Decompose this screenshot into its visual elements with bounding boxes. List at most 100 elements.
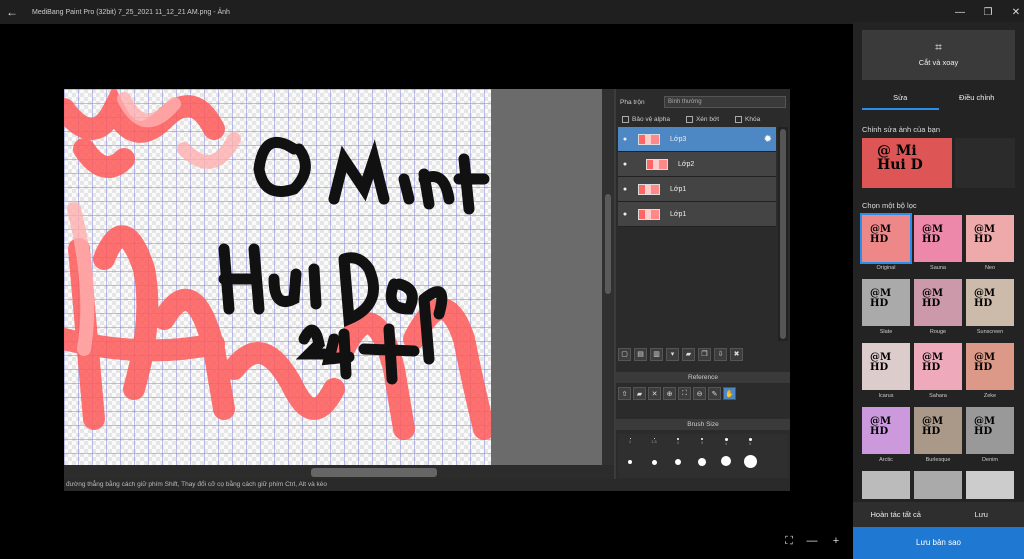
blend-mode-select[interactable]: Bình thường [664, 96, 786, 108]
folder-icon[interactable]: ▰ [682, 347, 695, 361]
filter-more[interactable] [862, 471, 910, 499]
filter-sauna[interactable]: @M HD Sauna [914, 215, 962, 275]
brush-size-cell[interactable] [690, 458, 714, 466]
visibility-icon[interactable]: ● [618, 161, 632, 168]
close-button[interactable]: ✕ [1000, 0, 1024, 24]
layer-thumbnail [638, 208, 660, 220]
filter-more[interactable] [966, 471, 1014, 499]
brush-size-grid: 1 1.5 2 3 4 5 [618, 434, 788, 478]
save-button[interactable]: Lưu [939, 502, 1024, 527]
lock-checkbox[interactable]: Khóa [735, 115, 760, 123]
filters-title: Chọn một bộ lọc [862, 201, 917, 210]
filter-original[interactable]: @M HD Original [860, 213, 912, 275]
layer-item[interactable]: ● Lớp3 ✹ [618, 127, 776, 152]
filter-more[interactable] [914, 471, 962, 499]
edit-tabs: Sửa Điều chỉnh [862, 88, 1015, 110]
undo-all-button[interactable]: Hoàn tác tất cả [853, 502, 939, 527]
drawing-canvas [64, 89, 491, 465]
edit-side-panel: ⌗ Cắt và xoay Sửa Điều chỉnh Chỉnh sửa ả… [853, 22, 1024, 559]
filter-denim[interactable]: @M HD Denim [966, 407, 1014, 467]
tab-adjust[interactable]: Điều chỉnh [939, 88, 1016, 110]
delete-layer-icon[interactable]: ✖ [730, 347, 743, 361]
gear-icon[interactable]: ✹ [764, 134, 772, 145]
brush-size-cell[interactable]: 1.5 [642, 438, 666, 444]
fit-icon[interactable]: ⛶ [678, 387, 691, 400]
zoom-in-icon[interactable]: ⊕ [663, 387, 676, 400]
filter-icarus[interactable]: @M HD Icarus [862, 343, 910, 403]
zoom-out-button[interactable]: — [805, 535, 819, 547]
layer-options: Bảo vệ alpha Xén bớt Khóa [616, 113, 790, 125]
blend-mode-row: Pha trộn Bình thường [616, 95, 790, 109]
layer-list: ● Lớp3 ✹ ● Lớp2 ● Lớp1 ● Lớp1 [618, 127, 776, 227]
artwork [64, 89, 491, 440]
open-folder-icon[interactable]: ▰ [633, 387, 646, 400]
fit-to-window-icon[interactable]: ⛶ [782, 535, 796, 548]
zoom-in-button[interactable]: + [829, 535, 843, 547]
filter-slate[interactable]: @M HD Slate [862, 279, 910, 339]
layer-name: Lớp2 [678, 160, 695, 168]
action-row: Hoàn tác tất cả Lưu [853, 502, 1024, 527]
layer-item[interactable]: ● Lớp2 [618, 152, 776, 177]
blend-label: Pha trộn [620, 98, 645, 106]
enhance-thumbnail: @ Mi Hui D [862, 138, 952, 188]
tab-edit[interactable]: Sửa [862, 88, 939, 110]
eyedropper-icon[interactable]: ✎ [708, 387, 721, 400]
brush-size-cell[interactable] [738, 455, 762, 468]
layer-toolbar: ▢ ▤ ▥ ▾ ▰ ❐ ⇩ ✖ [618, 347, 788, 361]
brush-size-cell[interactable] [618, 460, 642, 464]
enhance-photo-button[interactable]: @ Mi Hui D [862, 138, 1015, 188]
enhance-thumbnail-side [955, 138, 1015, 188]
brush-size-cell[interactable]: 1 [618, 438, 642, 444]
crop-icon: ⌗ [935, 40, 942, 54]
brush-size-cell[interactable] [666, 459, 690, 465]
brush-size-cell[interactable] [714, 456, 738, 466]
protect-alpha-checkbox[interactable]: Bảo vệ alpha [622, 115, 670, 123]
layer-list-scrollbar[interactable] [778, 127, 788, 341]
brush-size-cell[interactable]: 5 [738, 438, 762, 446]
new-8bit-layer-icon[interactable]: ▥ [650, 347, 663, 361]
upload-icon[interactable]: ⇧ [618, 387, 631, 400]
reference-toolbar: ⇧ ▰ ✕ ⊕ ⛶ ⊖ ✎ ✋ [618, 386, 788, 401]
visibility-icon[interactable]: ● [618, 186, 632, 193]
filter-burlesque[interactable]: @M HD Burlesque [914, 407, 962, 467]
zoom-out-icon[interactable]: ⊖ [693, 387, 706, 400]
brush-size-cell[interactable]: 4 [714, 438, 738, 446]
visibility-icon[interactable]: ● [618, 136, 632, 143]
add-layer-menu-icon[interactable]: ▾ [666, 347, 679, 361]
title-bar: ← MediBang Paint Pro (32bit) 7_25_2021 1… [0, 0, 1024, 24]
layer-item[interactable]: ● Lớp1 [618, 177, 776, 202]
layer-panel: Pha trộn Bình thường Bảo vệ alpha Xén bớ… [616, 89, 790, 479]
crop-rotate-button[interactable]: ⌗ Cắt và xoay [862, 30, 1015, 80]
brush-size-cell[interactable]: 2 [666, 438, 690, 445]
brush-size-cell[interactable] [642, 460, 666, 465]
back-arrow-icon[interactable]: ← [0, 0, 24, 24]
save-copy-button[interactable]: Lưu bản sao [853, 527, 1024, 559]
hand-icon[interactable]: ✋ [723, 387, 736, 400]
status-bar: đường thẳng bằng cách giữ phím Shift, Th… [64, 479, 790, 491]
canvas-outside-area [491, 89, 602, 465]
filter-sahara[interactable]: @M HD Sahara [914, 343, 962, 403]
new-halftone-layer-icon[interactable]: ▤ [634, 347, 647, 361]
filter-rouge[interactable]: @M HD Rouge [914, 279, 962, 339]
filter-arctic[interactable]: @M HD Arctic [862, 407, 910, 467]
window-title: MediBang Paint Pro (32bit) 7_25_2021 11_… [32, 8, 230, 16]
reference-panel-header: Reference [616, 372, 790, 383]
close-icon[interactable]: ✕ [648, 387, 661, 400]
layer-item[interactable]: ● Lớp1 [618, 202, 776, 227]
visibility-icon[interactable]: ● [618, 211, 632, 218]
brush-size-cell[interactable]: 3 [690, 438, 714, 445]
new-layer-icon[interactable]: ▢ [618, 347, 631, 361]
canvas-horizontal-scrollbar[interactable] [64, 465, 614, 479]
clipping-checkbox[interactable]: Xén bớt [685, 115, 719, 123]
layer-thumbnail [638, 183, 660, 195]
filter-zeke[interactable]: @M HD Zeke [966, 343, 1014, 403]
canvas-vertical-scrollbar[interactable] [602, 89, 614, 465]
merge-down-icon[interactable]: ⇩ [714, 347, 727, 361]
brush-size-panel-header: Brush Size [616, 419, 790, 430]
layer-name: Lớp1 [670, 185, 687, 193]
filter-sunscreen[interactable]: @M HD Sunscreen [966, 279, 1014, 339]
duplicate-layer-icon[interactable]: ❐ [698, 347, 711, 361]
layer-name: Lớp1 [670, 210, 687, 218]
layer-thumbnail [646, 158, 668, 170]
filter-neo[interactable]: @M HD Neo [966, 215, 1014, 275]
